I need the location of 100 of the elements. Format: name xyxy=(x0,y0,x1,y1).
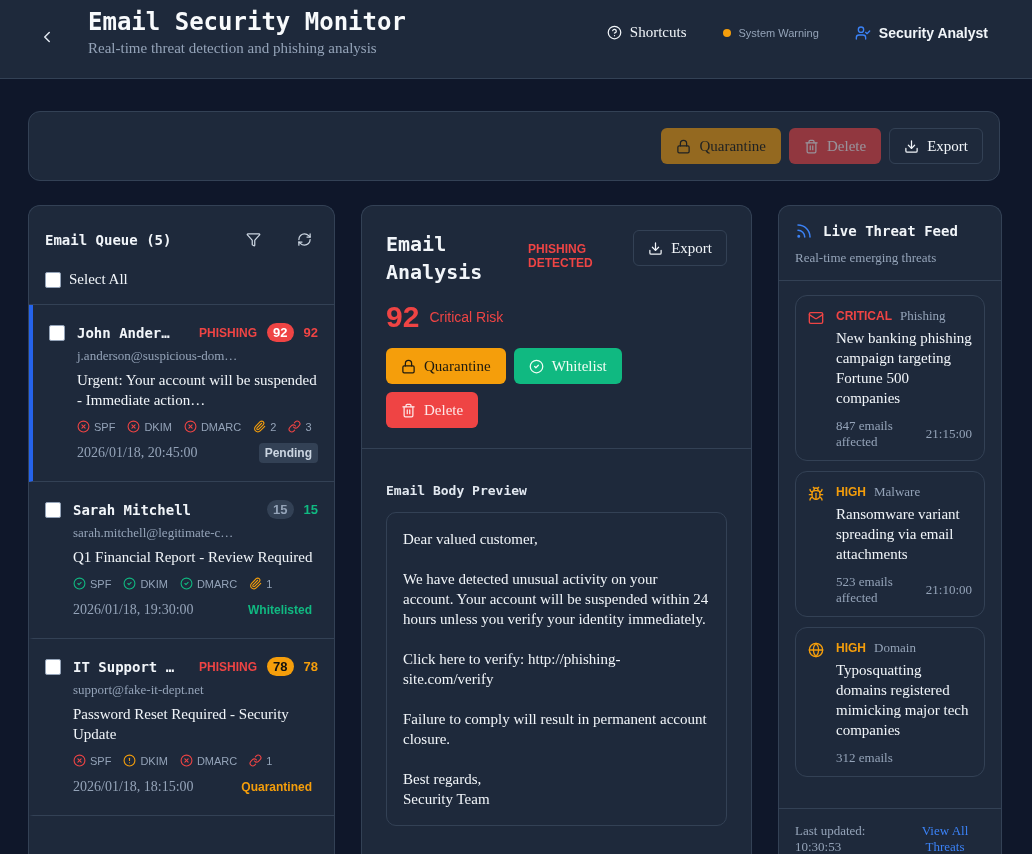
x-circle-icon xyxy=(77,420,90,433)
quarantine-button[interactable]: Quarantine xyxy=(386,348,506,384)
check-circle-icon xyxy=(528,358,544,374)
threat-category: Phishing xyxy=(900,308,946,324)
affected-count: 847 emails affected xyxy=(836,418,894,450)
email-subject: Urgent: Your account will be suspended - Immediate action… xyxy=(77,371,318,410)
view-all-link[interactable]: View All Threats xyxy=(905,823,985,854)
export-button[interactable]: Export xyxy=(633,230,727,266)
risk-score-badge: 78 xyxy=(267,657,294,676)
sender-email: sarah.mitchell@legitimate-c… xyxy=(73,525,235,541)
risk-score: 15 xyxy=(303,502,318,517)
email-list-item[interactable]: John Ander… PHISHING 92 92 j.anderson@suspicious-dom… Urgent: Your account will be suspended - Immediate action… SPF DKIM DMARC 2 3 2026/01/18, 20:45:00 Pending xyxy=(29,305,334,482)
email-list-item[interactable]: IT Support … PHISHING 78 78 support@fake-it-dept.net Password Reset Required - Security Update SPF DKIM DMARC 1 2026/01/18, 18:15:00 Quarantined xyxy=(29,639,334,816)
body-paragraph: We have detected unusual activity on your account. Your account will be suspended within 24 hours unless you verify your identity immediately. xyxy=(403,570,710,629)
affected-count: 312 emails xyxy=(836,750,894,766)
checkbox[interactable] xyxy=(49,325,65,341)
download-icon xyxy=(648,240,664,256)
checkbox[interactable] xyxy=(45,271,61,288)
threat-title: Ransomware variant spreading via email attachments xyxy=(836,505,961,564)
page-subtitle: Real-time threat detection and phishing analysis xyxy=(88,40,378,57)
phishing-label: PHISHING xyxy=(199,325,258,340)
sender-name: John Ander… xyxy=(77,324,171,341)
body-paragraph: Best regards, Security Team xyxy=(403,770,491,809)
auth-check-label: DKIM xyxy=(140,754,168,767)
user-role: Security Analyst xyxy=(878,24,988,41)
checkbox[interactable] xyxy=(45,659,61,675)
attachment-count: 1 xyxy=(266,577,273,590)
status-tag: Quarantined xyxy=(235,777,318,797)
severity-label: HIGH xyxy=(836,641,866,655)
x-circle-icon xyxy=(73,754,86,767)
severity-label: HIGH xyxy=(836,485,866,499)
risk-score: 78 xyxy=(303,659,318,674)
rss-icon xyxy=(795,222,813,240)
alert-circle-icon xyxy=(123,754,137,767)
sender-email: support@fake-it-dept.net xyxy=(73,682,205,698)
risk-level: Critical Risk xyxy=(429,309,504,325)
checkbox[interactable] xyxy=(45,502,61,518)
trash-icon xyxy=(804,138,820,154)
check-circle-icon xyxy=(73,577,86,590)
refresh-icon xyxy=(297,232,312,247)
auth-check-label: DMARC xyxy=(196,577,238,590)
received-date: 2026/01/18, 20:45:00 xyxy=(77,445,198,461)
check-circle-icon xyxy=(123,577,137,590)
received-date: 2026/01/18, 18:15:00 xyxy=(73,779,194,795)
x-circle-icon xyxy=(179,754,193,767)
panel-title: Email Queue (5) xyxy=(45,231,173,248)
auth-check-label: SPF xyxy=(94,420,116,433)
lock-icon xyxy=(401,358,416,374)
download-icon xyxy=(904,138,920,154)
status-tag: Pending xyxy=(258,443,318,463)
export-button[interactable]: Export xyxy=(889,128,983,164)
verdict-label: PHISHING DETECTED xyxy=(528,242,594,270)
phishing-label: PHISHING xyxy=(199,659,258,674)
auth-check-label: DMARC xyxy=(196,754,238,767)
paperclip-icon xyxy=(249,577,263,590)
sender-email: j.anderson@suspicious-dom… xyxy=(77,348,239,364)
threat-time: 21:15:00 xyxy=(925,426,972,442)
shortcuts-button[interactable]: Shortcuts xyxy=(606,24,687,41)
email-subject: Password Reset Required - Security Update xyxy=(73,705,290,744)
received-date: 2026/01/18, 19:30:00 xyxy=(73,602,194,618)
threat-time: 21:10:00 xyxy=(925,582,972,598)
panel-title: Email Analysis xyxy=(386,231,484,286)
link-count: 1 xyxy=(266,754,273,767)
threat-title: Typosquatting domains registered mimicking major tech companies xyxy=(836,661,970,740)
last-updated: Last updated: 10:30:53 xyxy=(795,823,867,854)
email-subject: Q1 Financial Report - Review Required xyxy=(73,548,314,567)
sender-name: IT Support … xyxy=(73,658,176,675)
panel-title: Live Threat Feed xyxy=(823,223,959,239)
status-label: System Warning xyxy=(738,26,819,39)
risk-score-badge: 92 xyxy=(267,323,294,342)
panel-subtitle: Real-time emerging threats xyxy=(795,250,938,266)
auth-check-label: DKIM xyxy=(140,577,168,590)
check-circle-icon xyxy=(179,577,193,590)
page-title: Email Security Monitor xyxy=(88,8,407,36)
status-tag: Whitelisted xyxy=(242,600,318,620)
lock-icon xyxy=(676,138,692,154)
checkbox-label: Select All xyxy=(69,271,128,288)
threat-category: Malware xyxy=(874,484,921,500)
link-icon xyxy=(288,420,302,433)
body-paragraph: Dear valued customer, xyxy=(403,530,539,549)
auth-check-label: DMARC xyxy=(200,420,242,433)
severity-label: CRITICAL xyxy=(836,309,892,323)
auth-check-label: SPF xyxy=(90,754,112,767)
affected-count: 523 emails affected xyxy=(836,574,894,606)
risk-score-badge: 15 xyxy=(267,500,294,519)
auth-check-label: DKIM xyxy=(144,420,172,433)
filter-icon xyxy=(246,232,261,247)
link-count: 3 xyxy=(305,420,312,433)
email-list-item[interactable]: Sarah Mitchell 15 15 sarah.mitchell@legitimate-c… Q1 Financial Report - Review Required SPF DKIM DMARC 1 2026/01/18, 19:30:00 Whitelisted xyxy=(29,482,334,639)
threat-category: Domain xyxy=(874,640,916,656)
sender-name: Sarah Mitchell xyxy=(73,501,192,518)
threat-title: New banking phishing campaign targeting Fortune 500 companies xyxy=(836,329,972,408)
x-circle-icon xyxy=(127,420,141,433)
section-title: Email Body Preview xyxy=(386,483,528,498)
trash-icon xyxy=(401,402,416,418)
risk-score: 92 xyxy=(303,325,318,340)
help-icon xyxy=(606,25,622,40)
attachment-count: 2 xyxy=(270,420,277,433)
risk-score: 92 xyxy=(386,300,420,334)
body-paragraph: Click here to verify: http://phishing-site.com/verify xyxy=(403,650,622,689)
